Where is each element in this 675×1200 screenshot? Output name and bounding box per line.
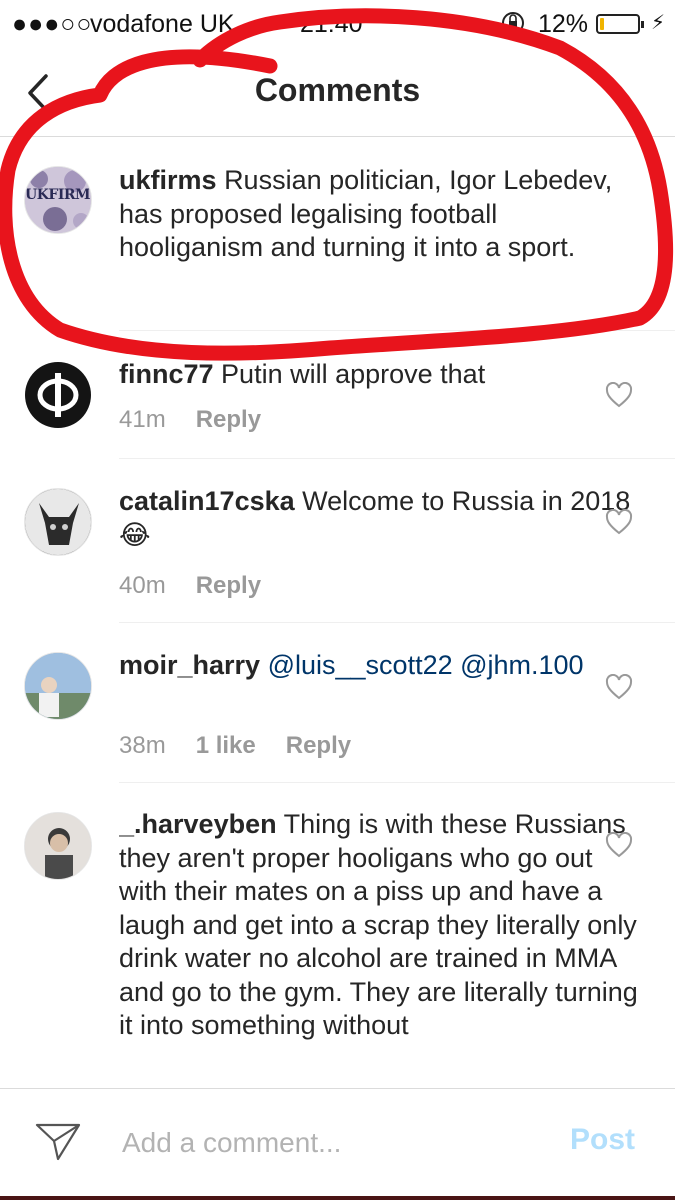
reply-button[interactable]: Reply xyxy=(196,406,261,433)
page-title: Comments xyxy=(254,72,421,108)
selfie-avatar-image xyxy=(25,813,91,879)
post-button[interactable]: Post xyxy=(570,1123,635,1157)
comment-username[interactable]: finnc77 xyxy=(119,359,214,389)
battery-icon xyxy=(596,14,644,34)
clock: 21:40 xyxy=(300,10,363,38)
avatar[interactable] xyxy=(24,488,92,556)
heart-icon[interactable] xyxy=(605,674,633,700)
avatar-logo-text: UKFIRMS xyxy=(25,187,91,203)
battery-level-fill xyxy=(600,18,604,30)
comment-time: 38m xyxy=(119,732,166,759)
heart-icon[interactable] xyxy=(605,382,633,408)
rotation-lock-icon xyxy=(500,8,526,43)
comment-text: finnc77 Putin will approve that xyxy=(119,358,639,392)
comment-username[interactable]: _.harveyben xyxy=(119,809,277,839)
devil-mask-avatar-image xyxy=(25,489,91,555)
caption-username[interactable]: ukfirms xyxy=(119,165,217,195)
comment-username[interactable]: catalin17cska xyxy=(119,486,295,516)
comment-composer: Post xyxy=(0,1088,675,1197)
reply-button[interactable]: Reply xyxy=(196,572,261,599)
bottom-border xyxy=(0,1196,675,1200)
divider xyxy=(119,458,675,459)
avatar[interactable] xyxy=(24,812,92,880)
battery-percentage: 12% xyxy=(538,10,589,38)
avatar[interactable] xyxy=(24,652,92,720)
like-count[interactable]: 1 like xyxy=(196,732,256,759)
heart-icon[interactable] xyxy=(605,509,633,535)
send-icon[interactable] xyxy=(34,1121,82,1161)
navigation-bar: Comments xyxy=(0,50,675,137)
comment-text: _.harveyben Thing is with these Russians… xyxy=(119,808,639,1088)
comment-input[interactable] xyxy=(120,1119,544,1167)
comment-body: Putin will approve that xyxy=(221,359,486,389)
avatar[interactable]: UKFIRMS xyxy=(24,166,92,234)
comment-meta: 38m 1 like Reply xyxy=(119,732,381,760)
charging-icon: ⚡ xyxy=(651,12,666,34)
phi-logo-avatar-image xyxy=(25,362,91,428)
comment-mentions[interactable]: @luis__scott22 @jhm.100 xyxy=(268,650,584,680)
comment-username[interactable]: moir_harry xyxy=(119,650,260,680)
reply-button[interactable]: Reply xyxy=(286,732,351,759)
comment-text: moir_harry @luis__scott22 @jhm.100 xyxy=(119,649,639,683)
comment-meta: 40m Reply xyxy=(119,572,291,600)
status-bar: ●●●○○ vodafone UK 21:40 12% ⚡ xyxy=(0,0,675,50)
caption-text: ukfirms Russian politician, Igor Lebedev… xyxy=(119,164,639,265)
divider xyxy=(119,782,675,783)
comment-text: catalin17cska Welcome to Russia in 2018😂 xyxy=(119,485,639,552)
person-photo-avatar-image xyxy=(25,653,91,719)
signal-strength-icon: ●●●○○ xyxy=(12,10,93,38)
comment-time: 41m xyxy=(119,406,166,433)
heart-icon[interactable] xyxy=(605,832,633,858)
divider xyxy=(119,330,675,331)
carrier-name: vodafone UK xyxy=(90,10,235,38)
divider xyxy=(119,622,675,623)
comment-body: Thing is with these Russians they aren't… xyxy=(119,809,638,1040)
avatar[interactable] xyxy=(24,361,92,429)
comment-meta: 41m Reply xyxy=(119,406,291,434)
comment-time: 40m xyxy=(119,572,166,599)
